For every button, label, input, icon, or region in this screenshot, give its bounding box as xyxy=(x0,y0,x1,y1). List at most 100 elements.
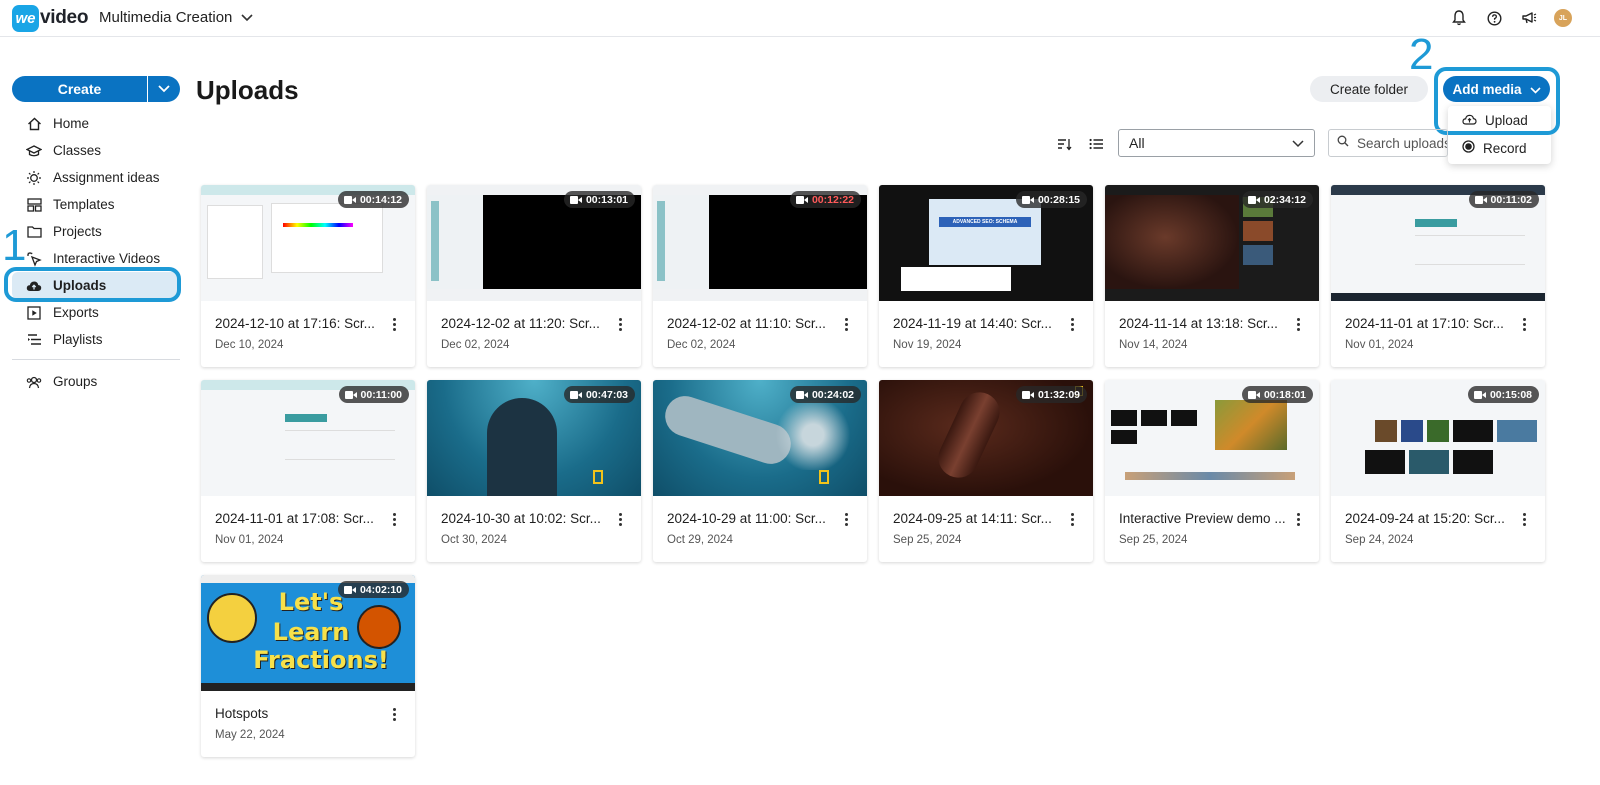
media-card[interactable]: 00:12:22 2024-12-02 at 11:10: Scr... Dec… xyxy=(653,185,867,367)
sort-icon[interactable] xyxy=(1055,135,1073,153)
sidebar-item-playlists[interactable]: Playlists xyxy=(12,326,180,353)
duration-text: 02:34:12 xyxy=(1263,193,1306,206)
more-options-icon[interactable] xyxy=(1293,316,1303,332)
help-icon[interactable] xyxy=(1484,8,1504,28)
video-camera-icon xyxy=(1474,195,1487,204)
card-title: 2024-11-01 at 17:10: Scr... xyxy=(1345,316,1504,331)
duration-badge: 00:18:01 xyxy=(1241,386,1313,403)
sidebar-item-projects[interactable]: Projects xyxy=(12,218,180,245)
megaphone-icon[interactable] xyxy=(1519,8,1539,28)
sidebar-item-home[interactable]: Home xyxy=(12,110,180,137)
more-options-icon[interactable] xyxy=(1519,511,1529,527)
fractions-line-3: Fractions! xyxy=(253,646,389,674)
media-card[interactable]: 00:11:02 2024-11-01 at 17:10: Scr... Nov… xyxy=(1331,185,1545,367)
more-options-icon[interactable] xyxy=(615,316,625,332)
more-options-icon[interactable] xyxy=(1067,511,1077,527)
video-camera-icon xyxy=(344,390,357,399)
video-camera-icon xyxy=(1021,195,1034,204)
more-options-icon[interactable] xyxy=(389,511,399,527)
more-options-icon[interactable] xyxy=(841,511,851,527)
duration-text: 00:28:15 xyxy=(1037,193,1080,206)
card-title: Interactive Preview demo ... xyxy=(1119,511,1286,526)
filter-select[interactable]: All xyxy=(1118,129,1315,157)
create-menu-button[interactable] xyxy=(148,76,180,102)
chevron-down-icon xyxy=(1292,135,1304,151)
logo-mark: we xyxy=(12,4,39,32)
media-card[interactable]: 00:15:08 2024-09-24 at 15:20: Scr... Sep… xyxy=(1331,380,1545,562)
lightbulb-icon xyxy=(26,170,42,186)
chevron-down-icon xyxy=(158,80,170,98)
card-date: Nov 19, 2024 xyxy=(893,339,962,351)
more-options-icon[interactable] xyxy=(389,706,399,722)
chevron-down-icon xyxy=(241,9,253,26)
card-date: Oct 29, 2024 xyxy=(667,534,733,546)
create-button-group: Create xyxy=(12,76,180,102)
card-date: Dec 02, 2024 xyxy=(667,339,736,351)
sidebar-item-exports[interactable]: Exports xyxy=(12,299,180,326)
video-camera-icon xyxy=(343,195,356,204)
duration-badge: 00:11:00 xyxy=(338,386,409,403)
card-title: 2024-11-14 at 13:18: Scr... xyxy=(1119,316,1278,331)
search-input[interactable] xyxy=(1357,135,1447,151)
media-card[interactable]: ADVANCED SEO: SCHEMA 00:28:15 2024-11-19… xyxy=(879,185,1093,367)
sidebar-item-groups[interactable]: Groups xyxy=(12,368,180,395)
media-card[interactable]: 00:47:03 2024-10-30 at 10:02: Scr... Oct… xyxy=(427,380,641,562)
sidebar-item-interactive-videos[interactable]: Interactive Videos xyxy=(12,245,180,272)
add-media-button[interactable]: Add media xyxy=(1443,76,1550,102)
media-card[interactable]: 00:24:02 2024-10-29 at 11:00: Scr... Oct… xyxy=(653,380,867,562)
media-card[interactable]: 00:13:01 2024-12-02 at 11:20: Scr... Dec… xyxy=(427,185,641,367)
more-options-icon[interactable] xyxy=(841,316,851,332)
folder-icon xyxy=(26,224,42,240)
groups-icon xyxy=(26,374,42,390)
sidebar-item-templates[interactable]: Templates xyxy=(12,191,180,218)
sidebar-item-assignment-ideas[interactable]: Assignment ideas xyxy=(12,164,180,191)
media-card[interactable]: 00:11:00 2024-11-01 at 17:08: Scr... Nov… xyxy=(201,380,415,562)
duration-text: 00:13:01 xyxy=(585,193,628,206)
video-camera-icon xyxy=(1247,195,1260,204)
playlist-icon xyxy=(26,332,42,348)
interactive-icon xyxy=(26,251,42,267)
duration-badge: 01:32:09 xyxy=(1015,386,1087,403)
create-folder-button[interactable]: Create folder xyxy=(1310,76,1428,102)
video-camera-icon xyxy=(1473,390,1486,399)
video-camera-icon xyxy=(1247,390,1260,399)
card-title: 2024-12-10 at 17:16: Scr... xyxy=(215,316,375,331)
bell-icon[interactable] xyxy=(1449,8,1469,28)
dropdown-upload[interactable]: Upload xyxy=(1448,106,1551,134)
duration-badge: 02:34:12 xyxy=(1241,191,1313,208)
annotation-number-1: 1 xyxy=(2,221,27,270)
more-options-icon[interactable] xyxy=(1293,511,1303,527)
workspace-selector[interactable]: Multimedia Creation xyxy=(99,9,253,26)
media-card[interactable]: 01:32:09 2024-09-25 at 14:11: Scr... Sep… xyxy=(879,380,1093,562)
more-options-icon[interactable] xyxy=(1067,316,1077,332)
list-view-icon[interactable] xyxy=(1087,135,1105,153)
media-card[interactable]: 02:34:12 2024-11-14 at 13:18: Scr... Nov… xyxy=(1105,185,1319,367)
record-icon xyxy=(1462,140,1475,156)
card-title: 2024-10-30 at 10:02: Scr... xyxy=(441,511,601,526)
sidebar-item-uploads[interactable]: Uploads xyxy=(12,272,180,299)
sidebar-divider xyxy=(12,359,180,360)
logo-text: video xyxy=(40,7,89,28)
user-avatar[interactable]: JL xyxy=(1554,9,1572,27)
media-card[interactable]: Let's Learn Fractions! 04:02:10 Hotspots… xyxy=(201,575,415,757)
dropdown-record[interactable]: Record xyxy=(1448,134,1551,162)
card-date: Nov 01, 2024 xyxy=(215,534,284,546)
create-button[interactable]: Create xyxy=(12,76,148,102)
search-icon xyxy=(1337,134,1349,152)
sidebar-item-classes[interactable]: Classes xyxy=(12,137,180,164)
more-options-icon[interactable] xyxy=(615,511,625,527)
media-card[interactable]: 00:18:01 Interactive Preview demo ... Se… xyxy=(1105,380,1319,562)
video-camera-icon xyxy=(795,195,808,204)
duration-badge: 00:12:22 xyxy=(789,191,861,208)
wevideo-logo[interactable]: we video xyxy=(12,4,88,32)
video-camera-icon xyxy=(343,585,356,594)
card-date: Dec 10, 2024 xyxy=(215,339,284,351)
duration-badge: 00:14:12 xyxy=(337,191,409,208)
more-options-icon[interactable] xyxy=(389,316,399,332)
chevron-down-icon xyxy=(1529,82,1541,97)
duration-badge: 00:24:02 xyxy=(789,386,861,403)
more-options-icon[interactable] xyxy=(1519,316,1529,332)
duration-badge: 00:15:08 xyxy=(1467,386,1539,403)
media-card[interactable]: 00:14:12 2024-12-10 at 17:16: Scr... Dec… xyxy=(201,185,415,367)
page-title: Uploads xyxy=(196,75,299,105)
